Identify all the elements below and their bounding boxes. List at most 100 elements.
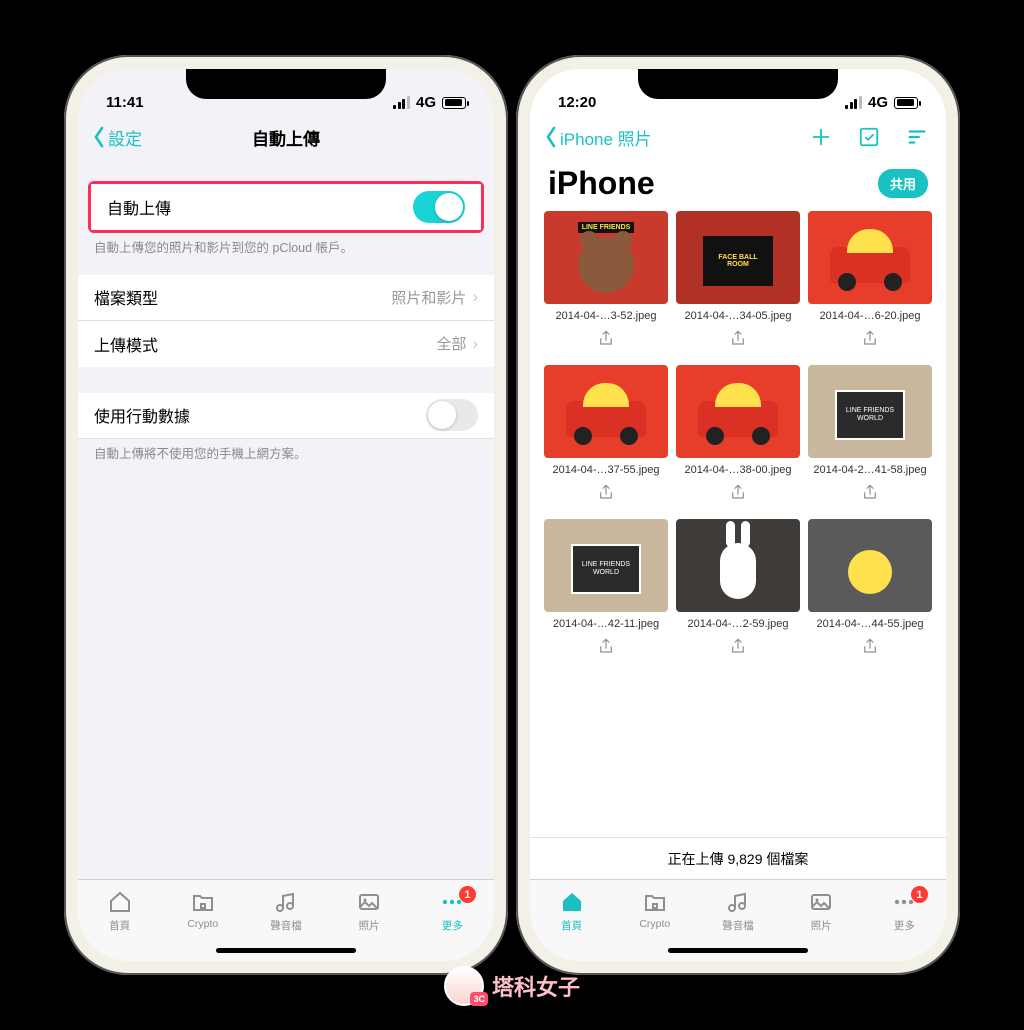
file-type-value: 照片和影片 <box>391 287 466 308</box>
upload-status: 正在上傳 9,829 個檔案 <box>530 837 946 879</box>
tab-home[interactable]: 首頁 <box>530 890 613 933</box>
home-indicator <box>216 948 356 953</box>
tab-label: 聲音檔 <box>270 918 302 933</box>
status-time: 11:41 <box>106 94 144 111</box>
share-icon[interactable] <box>597 636 615 661</box>
auto-upload-label: 自動上傳 <box>107 195 171 219</box>
file-name: 2014-04-…37-55.jpeg <box>552 464 659 476</box>
back-button[interactable]: 設定 <box>92 125 142 150</box>
chevron-right-icon: › <box>472 334 478 354</box>
tab-label: 更多 <box>442 918 463 933</box>
file-name: 2014-04-…42-11.jpeg <box>553 618 659 630</box>
tab-badge: 1 <box>911 886 928 903</box>
home-icon <box>559 890 585 914</box>
auto-upload-row[interactable]: 自動上傳 <box>91 184 481 230</box>
file-name: 2014-04-…44-55.jpeg <box>816 618 923 630</box>
cellular-toggle[interactable] <box>426 399 478 431</box>
status-carrier: 4G <box>416 94 436 111</box>
tab-label: Crypto <box>187 918 218 930</box>
music-icon <box>273 890 299 914</box>
file-type-row[interactable]: 檔案類型 照片和影片 › <box>78 275 494 321</box>
folder-lock-icon <box>642 890 668 914</box>
photo-item[interactable]: 2014-04-…6-20.jpeg <box>808 211 932 353</box>
tab-label: 照片 <box>359 918 380 933</box>
notch <box>638 69 838 99</box>
page-title: iPhone <box>548 165 655 202</box>
cellular-row[interactable]: 使用行動數據 <box>78 393 494 439</box>
photo-item[interactable]: FACE BALLROOM2014-04-…34-05.jpeg <box>676 211 800 353</box>
tab-label: Crypto <box>639 918 670 930</box>
photo-item[interactable]: 2014-04-…2-59.jpeg <box>676 519 800 661</box>
back-button[interactable]: iPhone 照片 <box>544 125 652 150</box>
chevron-left-icon <box>544 125 558 149</box>
cellular-desc: 自動上傳將不使用您的手機上網方案。 <box>78 439 494 463</box>
photo-item[interactable]: LINE FRIENDS2014-04-…3-52.jpeg <box>544 211 668 353</box>
tab-audio[interactable]: 聲音檔 <box>244 890 327 933</box>
folder-lock-icon <box>190 890 216 914</box>
tab-label: 聲音檔 <box>722 918 754 933</box>
tab-audio[interactable]: 聲音檔 <box>696 890 779 933</box>
share-icon[interactable] <box>729 482 747 507</box>
tab-label: 首頁 <box>109 918 130 933</box>
share-icon[interactable] <box>861 482 879 507</box>
file-name: 2014-04-…3-52.jpeg <box>556 310 657 322</box>
back-label: 設定 <box>108 125 142 150</box>
share-icon[interactable] <box>597 482 615 507</box>
photo-icon <box>808 890 834 914</box>
phone-right: 12:20 4G iPhone 照片 iPh <box>516 55 960 975</box>
phone-left: 11:41 4G 設定 自動上傳 自動上傳 <box>64 55 508 975</box>
photo-grid: LINE FRIENDS2014-04-…3-52.jpegFACE BALLR… <box>530 203 946 661</box>
edit-icon[interactable] <box>858 126 880 148</box>
tab-more[interactable]: 更多 1 <box>411 890 494 933</box>
music-icon <box>725 890 751 914</box>
home-icon <box>107 890 133 914</box>
file-name: 2014-04-…38-00.jpeg <box>684 464 791 476</box>
tab-label: 首頁 <box>561 918 582 933</box>
share-icon[interactable] <box>729 328 747 353</box>
photo-item[interactable]: LINE FRIENDSWORLD2014-04-2…41-58.jpeg <box>808 365 932 507</box>
share-icon[interactable] <box>861 636 879 661</box>
file-type-label: 檔案類型 <box>94 285 158 309</box>
home-indicator <box>668 948 808 953</box>
file-name: 2014-04-2…41-58.jpeg <box>813 464 926 476</box>
notch <box>186 69 386 99</box>
photo-icon <box>356 890 382 914</box>
auto-upload-toggle[interactable] <box>413 191 465 223</box>
tab-photo[interactable]: 照片 <box>780 890 863 933</box>
nav-header: 設定 自動上傳 <box>78 115 494 159</box>
battery-icon <box>894 97 918 109</box>
share-icon[interactable] <box>861 328 879 353</box>
signal-icon <box>393 96 410 109</box>
tab-home[interactable]: 首頁 <box>78 890 161 933</box>
photo-item[interactable]: 2014-04-…44-55.jpeg <box>808 519 932 661</box>
auto-upload-desc: 自動上傳您的照片和影片到您的 pCloud 帳戶。 <box>78 233 494 257</box>
tab-more[interactable]: 更多 1 <box>863 890 946 933</box>
share-pill-button[interactable]: 共用 <box>878 169 928 198</box>
upload-mode-value: 全部 <box>436 333 466 354</box>
photo-item[interactable]: LINE FRIENDSWORLD2014-04-…42-11.jpeg <box>544 519 668 661</box>
tab-crypto[interactable]: Crypto <box>161 890 244 930</box>
nav-title: 自動上傳 <box>252 125 320 150</box>
upload-mode-row[interactable]: 上傳模式 全部 › <box>78 321 494 367</box>
upload-mode-label: 上傳模式 <box>94 332 158 356</box>
file-name: 2014-04-…6-20.jpeg <box>820 310 921 322</box>
chevron-right-icon: › <box>472 287 478 307</box>
nav-header: iPhone 照片 <box>530 115 946 159</box>
status-carrier: 4G <box>868 94 888 111</box>
tab-badge: 1 <box>459 886 476 903</box>
share-icon[interactable] <box>729 636 747 661</box>
tab-crypto[interactable]: Crypto <box>613 890 696 930</box>
tab-label: 照片 <box>811 918 832 933</box>
chevron-left-icon <box>92 125 106 149</box>
photo-item[interactable]: 2014-04-…37-55.jpeg <box>544 365 668 507</box>
file-name: 2014-04-…34-05.jpeg <box>684 310 791 322</box>
highlight-box: 自動上傳 <box>88 181 484 233</box>
share-icon[interactable] <box>597 328 615 353</box>
signal-icon <box>845 96 862 109</box>
photo-item[interactable]: 2014-04-…38-00.jpeg <box>676 365 800 507</box>
tab-label: 更多 <box>894 918 915 933</box>
plus-icon[interactable] <box>810 126 832 148</box>
tab-photo[interactable]: 照片 <box>328 890 411 933</box>
sort-icon[interactable] <box>906 126 928 148</box>
back-label: iPhone 照片 <box>560 125 652 150</box>
